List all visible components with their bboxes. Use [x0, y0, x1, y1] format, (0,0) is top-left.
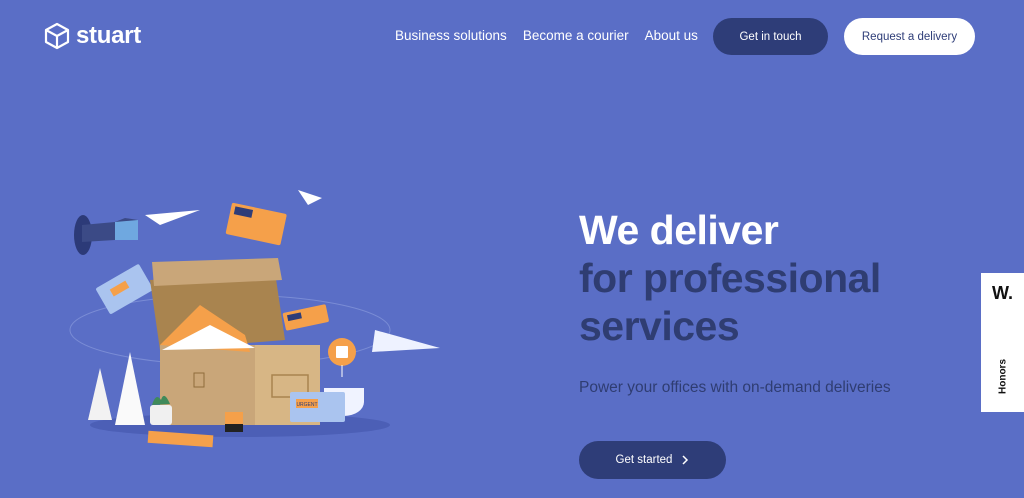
envelope-left: [96, 264, 153, 314]
request-delivery-button[interactable]: Request a delivery: [844, 18, 975, 55]
get-started-label: Get started: [615, 454, 673, 466]
paper-plane-3: [372, 330, 440, 352]
hero-illustration: URGENT: [69, 190, 440, 448]
main-nav: Business solutions Become a courier Abou…: [395, 28, 698, 43]
hero-subtitle: Power your offices with on-demand delive…: [579, 379, 891, 396]
hero-line-1: We deliver: [579, 207, 779, 253]
location-pin: [328, 338, 356, 377]
hero-heading: We deliver for professional services: [579, 206, 881, 350]
envelope-small: [282, 304, 329, 331]
nav-become-courier[interactable]: Become a courier: [523, 28, 629, 43]
get-started-button[interactable]: Get started: [579, 441, 726, 479]
honors-w-logo: W.: [992, 283, 1013, 303]
hero-line-3: services: [579, 303, 740, 349]
cone-1: [88, 368, 112, 420]
paper-plane-2: [298, 190, 322, 205]
chevron-right-icon: [682, 455, 689, 465]
honors-label: Honors: [997, 359, 1009, 394]
nav-about-us[interactable]: About us: [645, 28, 698, 43]
urgent-label: URGENT: [296, 402, 317, 408]
paper-plane-1: [145, 210, 200, 225]
stuart-logo[interactable]: stuart: [44, 22, 141, 50]
envelope-top: [225, 202, 287, 246]
cone-2: [115, 352, 145, 425]
plant-pot: [150, 405, 172, 425]
stuart-cube-icon: [44, 22, 70, 50]
hero-line-2: for professional: [579, 255, 881, 301]
get-in-touch-button[interactable]: Get in touch: [713, 18, 828, 55]
brand-name: stuart: [76, 22, 141, 49]
honors-badge[interactable]: W. Honors: [981, 273, 1024, 412]
nav-business-solutions[interactable]: Business solutions: [395, 28, 507, 43]
urgent-envelope: URGENT: [290, 392, 345, 422]
